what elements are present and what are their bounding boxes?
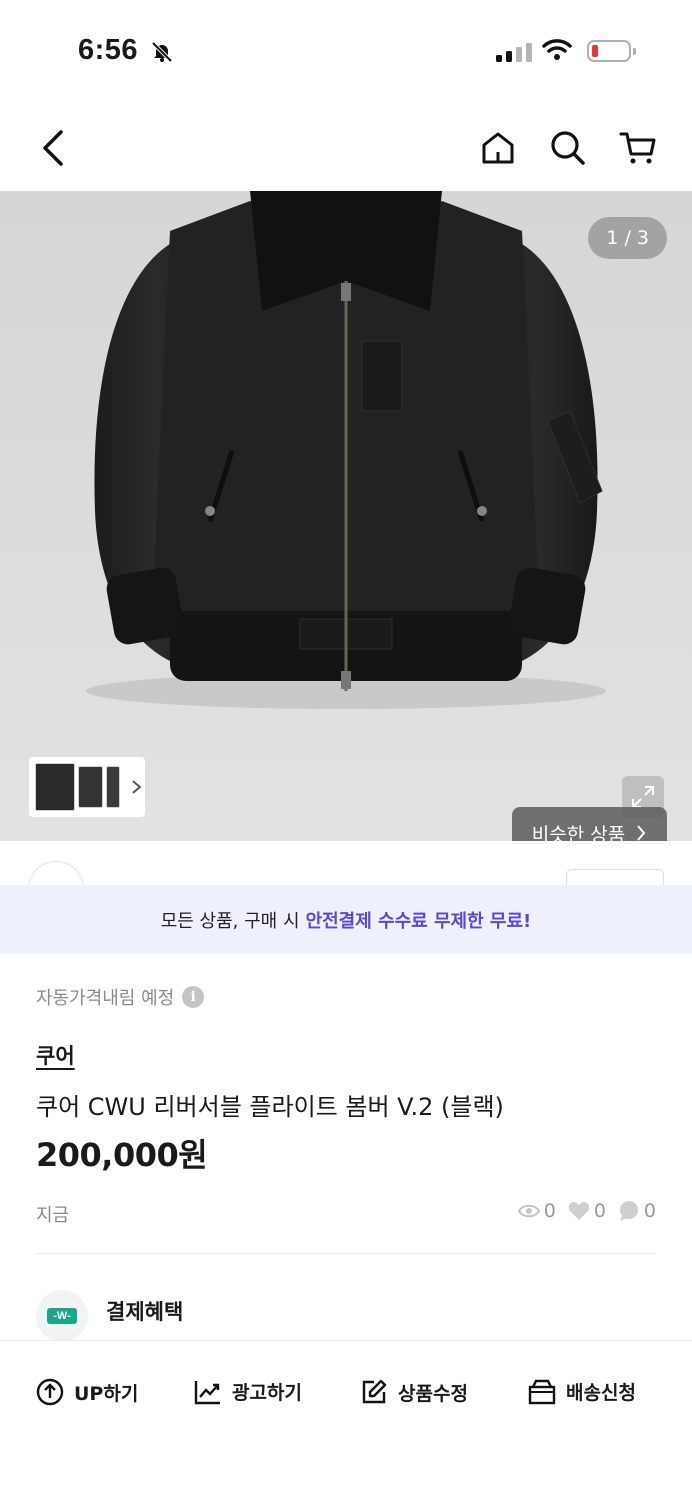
payment-benefit-label[interactable]: 결제혜택 [106,1296,183,1326]
banner-highlight: 안전결제 수수료 무제한 무료! [305,910,532,932]
safe-payment-banner[interactable]: 모든 상품, 구매 시 안전결제 수수료 무제한 무료! [0,885,692,954]
brand-link[interactable]: 쿠어 [36,1040,75,1070]
edit-product-label: 상품수정 [398,1382,468,1405]
won-badge: -W- [47,1308,77,1324]
box-icon [528,1379,556,1404]
back-button[interactable] [30,124,78,172]
thumbnail-strip[interactable] [29,757,145,817]
advertise-label: 광고하기 [232,1382,302,1404]
divider [36,1253,656,1254]
banner-text: 모든 상품, 구매 시 [160,910,300,932]
product-price: 200,000원 [36,1136,208,1174]
jacket-image [0,191,692,841]
posted-time: 지금 [36,1205,70,1226]
search-button[interactable] [544,124,592,172]
chevron-right-icon [637,825,646,841]
edit-icon [362,1379,387,1404]
battery-icon [587,40,636,62]
bottom-action-bar: UP하기 광고하기 상품수정 배송신청 [0,1340,692,1500]
seller-row[interactable] [0,841,692,885]
chat-icon [619,1201,638,1221]
like-count: 0 [593,1200,606,1222]
wifi-icon [542,38,572,67]
shipping-request-label: 배송신청 [566,1382,636,1404]
info-icon[interactable]: i [182,986,205,1008]
payment-benefit-icon: -W- [36,1290,88,1342]
heart-icon [568,1202,590,1220]
product-image[interactable]: 1 / 3 [0,191,692,841]
trend-chart-icon [194,1380,220,1404]
chevron-right-icon [132,780,142,794]
edit-product-button[interactable]: 상품수정 [360,1378,468,1406]
status-time: 6:56 [78,34,139,66]
bell-muted-icon [150,40,174,69]
chevron-left-icon [43,130,63,166]
home-button[interactable] [474,124,522,172]
home-icon [482,132,514,164]
chat-count: 0 [643,1200,656,1222]
up-label: UP하기 [74,1382,139,1405]
product-stats: 0 0 0 [517,1200,656,1222]
cart-button[interactable] [614,124,662,172]
thumbnail-1[interactable] [35,763,75,811]
arrow-up-circle-icon [36,1378,64,1406]
auto-price-drop-label: 자동가격내림 예정 [36,988,175,1009]
image-counter: 1 / 3 [588,217,667,259]
cellular-signal-icon [496,42,532,62]
cart-icon [619,132,656,164]
auto-price-drop[interactable]: 자동가격내림 예정 i [36,984,205,1010]
eye-icon [517,1204,540,1218]
search-icon [551,131,585,165]
advertise-button[interactable]: 광고하기 [194,1378,302,1405]
view-count: 0 [543,1200,556,1222]
thumbnail-2[interactable] [77,766,104,808]
up-button[interactable]: UP하기 [36,1378,138,1406]
follow-pill[interactable] [566,869,664,885]
thumbnail-3[interactable] [106,766,121,808]
product-title: 쿠어 CWU 리버서블 플라이트 봄버 V.2 (블랙) [36,1093,504,1121]
seller-avatar[interactable] [28,861,84,885]
shipping-request-button[interactable]: 배송신청 [528,1378,636,1405]
